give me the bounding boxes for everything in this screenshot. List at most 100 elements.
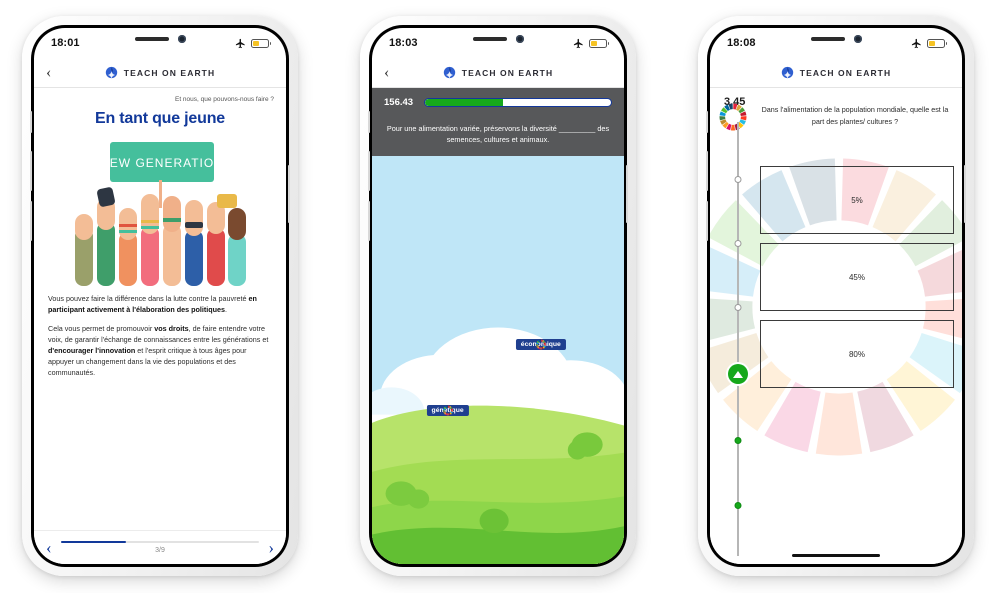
answer-option[interactable]: 45% (760, 243, 954, 311)
airplane-icon (235, 38, 245, 48)
lesson-title: En tant que jeune (95, 110, 225, 127)
power-button[interactable] (626, 165, 628, 223)
lesson-body: Vous pouvez faire la différence dans la … (34, 286, 286, 379)
previous-page-button[interactable]: ‹ (46, 539, 52, 556)
timeline-dot-filled[interactable] (734, 502, 742, 509)
game-content: 156.43 Pour une alimentation variée, pré… (372, 88, 624, 564)
volume-down-button[interactable] (706, 201, 708, 241)
volume-down-button[interactable] (368, 201, 370, 241)
airplane-icon (911, 38, 921, 48)
airplane-icon (573, 38, 583, 48)
para1-part1: Vous pouvez faire la différence dans la … (48, 294, 249, 303)
timeline-dot[interactable] (734, 304, 742, 311)
paragraph-2: Cela vous permet de promouvoir vos droit… (48, 324, 272, 379)
phone-bezel: 18:01 ‹ TEACH ON EARTH Et nous, que pouv… (30, 25, 290, 567)
home-indicator[interactable] (792, 553, 880, 557)
para2-bold1: vos droits (154, 323, 189, 333)
brand-name: TEACH ON EARTH (799, 67, 892, 78)
mute-switch[interactable] (368, 111, 370, 133)
volume-up-button[interactable] (706, 151, 708, 191)
game-question: Pour une alimentation variée, préservons… (372, 116, 624, 156)
app-header: ‹ TEACH ON EARTH (372, 58, 624, 88)
answer-label: 5% (851, 195, 863, 205)
brand-name: TEACH ON EARTH (461, 67, 554, 78)
answer-list: 5% 45% 80% (760, 166, 954, 397)
falling-word-token[interactable]: génétique (426, 404, 469, 416)
globe-swirl-icon (443, 66, 455, 79)
score-value: 156.43 (384, 96, 414, 108)
para2-bold2: d'encourager l'innovation (48, 345, 136, 355)
notch (784, 28, 888, 50)
volume-up-button[interactable] (30, 151, 32, 191)
status-bar: 18:01 (34, 28, 286, 58)
status-time: 18:03 (389, 37, 418, 49)
lesson-content: Et nous, que pouvons-nous faire ? En tan… (34, 88, 286, 564)
brand-logo-group: TEACH ON EARTH (34, 66, 286, 79)
game-progress-bar (424, 97, 612, 107)
status-icons (911, 38, 947, 49)
brand-logo-group: TEACH ON EARTH (710, 66, 962, 79)
phone-mockup-3: 18:08 TEACH ON EARTH 3.45 Dans l'aliment… (698, 16, 974, 576)
answer-label: 45% (848, 272, 865, 282)
game-scene: génétique économique (372, 155, 624, 564)
screenshot-root: 18:01 ‹ TEACH ON EARTH Et nous, que pouv… (0, 0, 996, 593)
timeline-current-marker[interactable] (728, 364, 748, 384)
timeline-dot-filled[interactable] (734, 437, 742, 444)
answer-option[interactable]: 5% (760, 166, 954, 234)
answer-label: 80% (848, 349, 865, 359)
power-button[interactable] (964, 165, 966, 223)
green-hills-landscape (372, 155, 624, 564)
front-camera (515, 35, 524, 43)
front-camera (177, 35, 186, 43)
volume-up-button[interactable] (368, 151, 370, 191)
speaker-grille (810, 37, 845, 41)
mute-switch[interactable] (706, 111, 708, 133)
power-button[interactable] (288, 165, 290, 223)
falling-word-token[interactable]: économique (515, 339, 566, 351)
front-camera (853, 35, 862, 43)
battery-icon (927, 38, 947, 48)
answer-option[interactable]: 80% (760, 320, 954, 388)
page-indicator: 3/9 (155, 547, 165, 555)
phone-bezel: 18:03 ‹ TEACH ON EARTH 156.43 Pour une a… (368, 25, 628, 567)
lesson-subtitle: Et nous, que pouvons-nous faire ? (174, 96, 274, 103)
phone-screen-3: 18:08 TEACH ON EARTH 3.45 Dans l'aliment… (710, 28, 962, 564)
mute-switch[interactable] (30, 111, 32, 133)
app-header: ‹ TEACH ON EARTH (34, 58, 286, 88)
brand-logo-group: TEACH ON EARTH (372, 66, 624, 79)
sdg-wheel-icon (719, 103, 747, 131)
score-bar: 156.43 (372, 88, 624, 116)
globe-swirl-icon (105, 66, 117, 79)
brand-name: TEACH ON EARTH (123, 67, 216, 78)
sdg-wheel-icon (442, 405, 453, 416)
status-icons (235, 38, 271, 49)
app-header: TEACH ON EARTH (710, 58, 962, 88)
phone-mockup-2: 18:03 ‹ TEACH ON EARTH 156.43 Pour une a… (360, 16, 636, 576)
status-bar: 18:08 (710, 28, 962, 58)
phone-bezel: 18:08 TEACH ON EARTH 3.45 Dans l'aliment… (706, 25, 966, 567)
raised-hands-illustration: NEW GENERATION (75, 142, 246, 286)
status-time: 18:08 (727, 37, 756, 49)
battery-icon (589, 38, 609, 48)
sdg-wheel-icon (535, 339, 546, 350)
globe-swirl-icon (781, 66, 793, 79)
status-time: 18:01 (51, 37, 80, 49)
quiz-content: 3.45 Dans l'alimentation de la populatio… (710, 88, 962, 564)
timeline-dot[interactable] (734, 240, 742, 247)
progress-group: 3/9 (60, 540, 260, 555)
para1-part3: . (225, 304, 228, 314)
paragraph-1: Vous pouvez faire la différence dans la … (48, 294, 272, 316)
status-bar: 18:03 (372, 28, 624, 58)
phone-screen-2: 18:03 ‹ TEACH ON EARTH 156.43 Pour une a… (372, 28, 624, 564)
quiz-timeline (728, 122, 748, 556)
status-icons (573, 38, 609, 49)
speaker-grille (472, 37, 507, 41)
phone-screen-1: 18:01 ‹ TEACH ON EARTH Et nous, que pouv… (34, 28, 286, 564)
timeline-dot[interactable] (734, 176, 742, 183)
volume-down-button[interactable] (30, 201, 32, 241)
notch (108, 28, 212, 50)
next-page-button[interactable]: › (268, 539, 274, 556)
sign-text: NEW GENERATION (100, 156, 224, 170)
battery-icon (251, 38, 271, 48)
speaker-grille (134, 37, 169, 41)
